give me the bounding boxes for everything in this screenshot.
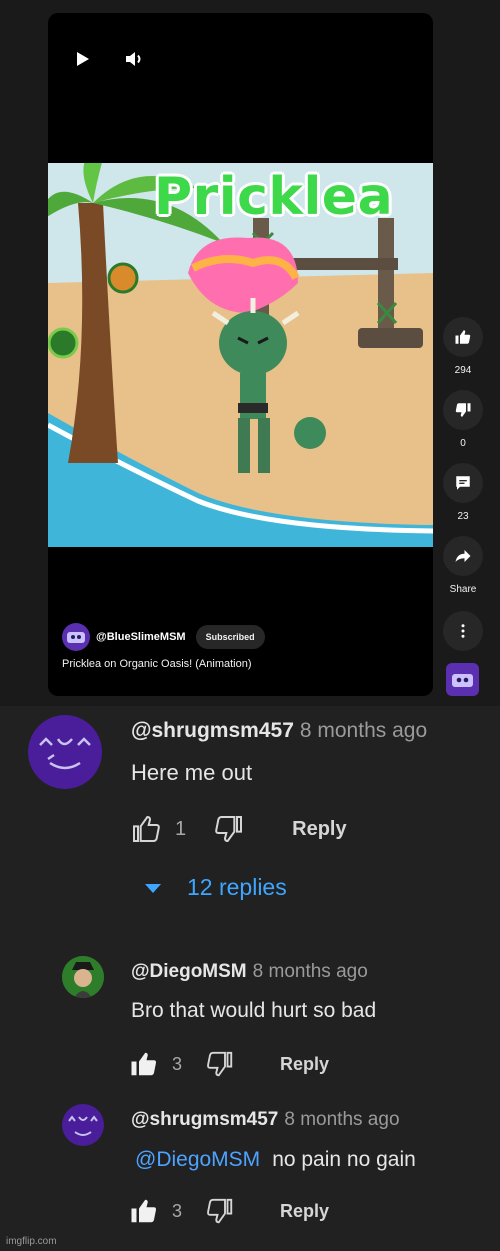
comments-button[interactable] [443, 463, 483, 503]
more-action[interactable] [443, 611, 483, 651]
shorts-panel: Pricklea @BlueSlimeMSM Subscribed Prickl… [0, 0, 500, 706]
comment-time: 8 months ago [284, 1109, 400, 1130]
channel-avatar[interactable] [62, 623, 90, 651]
comment-toolbar: 1 Reply [129, 813, 347, 845]
reply-button[interactable]: Reply [292, 818, 346, 841]
comment-text: Here me out [131, 760, 252, 786]
channel-row: @BlueSlimeMSM Subscribed [62, 623, 265, 651]
comments-section: @shrugmsm457 8 months ago Here me out 1 … [0, 706, 500, 1251]
video-player[interactable]: Pricklea @BlueSlimeMSM Subscribed Prickl… [48, 13, 433, 696]
thumbs-down-outline-icon[interactable] [212, 813, 246, 845]
thumbs-up-icon [455, 330, 471, 344]
comment-body: Here me out [131, 760, 253, 785]
character-avatar-icon [62, 956, 104, 998]
reply-button[interactable]: Reply [280, 1054, 329, 1075]
share-icon [455, 550, 471, 562]
volume-icon[interactable] [122, 47, 146, 71]
avatar[interactable] [28, 715, 102, 789]
comment-like-count: 3 [172, 1200, 183, 1221]
comment-text: Bro that would hurt so bad [131, 999, 376, 1023]
comment-like-count: 3 [172, 1053, 183, 1074]
subscribed-button[interactable]: Subscribed [195, 625, 265, 649]
more-button[interactable] [443, 611, 483, 651]
thumbs-up-icon[interactable] [128, 1049, 160, 1079]
share-button[interactable] [443, 536, 483, 576]
frame-title: Pricklea [154, 167, 394, 227]
thumbs-down-icon [455, 403, 471, 417]
comment-count: 23 [457, 511, 469, 522]
comment-toolbar: 3 Reply [128, 1049, 329, 1079]
comment-like-count: 1 [175, 817, 187, 840]
like-count: 294 [454, 365, 472, 376]
comment-toolbar: 3 Reply [128, 1196, 329, 1226]
reply-button[interactable]: Reply [280, 1201, 329, 1222]
slime-icon [67, 632, 85, 643]
replies-count: 12 replies [187, 874, 287, 900]
short-title: Pricklea on Organic Oasis! (Animation) [62, 658, 252, 670]
video-frame: Pricklea [48, 163, 433, 547]
thumbs-up-outline-icon[interactable] [129, 813, 163, 845]
squiggle-avatar-icon [68, 1115, 98, 1136]
thumbs-down-outline-icon[interactable] [204, 1049, 236, 1079]
like-action[interactable]: 294 [443, 317, 483, 376]
dislike-count: 0 [460, 438, 466, 449]
avatar[interactable] [62, 1104, 104, 1146]
comment-body: no pain no gain [272, 1148, 416, 1171]
comment-header: @DiegoMSM 8 months ago [131, 961, 368, 983]
channel-name[interactable]: @BlueSlimeMSM [96, 631, 186, 643]
comment-author[interactable]: @shrugmsm457 [131, 719, 294, 743]
comment-body: Bro that would hurt so bad [131, 999, 377, 1022]
comment-text: @DiegoMSM no pain no gain [135, 1148, 416, 1172]
comment-header: @shrugmsm457 8 months ago [131, 719, 427, 743]
avatar[interactable] [62, 956, 104, 998]
thumbs-down-outline-icon[interactable] [204, 1196, 236, 1226]
comments-action[interactable]: 23 [443, 463, 483, 522]
comment-author[interactable]: @shrugmsm457 [131, 1109, 278, 1131]
thumbs-up-icon[interactable] [128, 1196, 160, 1226]
dislike-button[interactable] [443, 390, 483, 430]
comment-time: 8 months ago [299, 719, 428, 742]
more-vert-icon [461, 624, 465, 638]
caret-down-icon [145, 884, 161, 893]
share-action[interactable]: Share [443, 536, 483, 595]
comment-time: 8 months ago [252, 961, 368, 982]
slime-icon [452, 674, 473, 687]
watermark: imgflip.com [6, 1236, 57, 1247]
play-icon[interactable] [70, 47, 94, 71]
view-replies-button[interactable]: 12 replies [145, 874, 287, 901]
mention-link[interactable]: @DiegoMSM [135, 1148, 260, 1171]
sound-thumbnail[interactable] [446, 663, 479, 696]
like-button[interactable] [443, 317, 483, 357]
squiggle-avatar-icon [39, 737, 91, 770]
share-label: Share [449, 584, 477, 595]
comment-icon [456, 476, 470, 490]
dislike-action[interactable]: 0 [443, 390, 483, 449]
comment-author[interactable]: @DiegoMSM [131, 961, 247, 983]
comment-header: @shrugmsm457 8 months ago [131, 1109, 400, 1131]
